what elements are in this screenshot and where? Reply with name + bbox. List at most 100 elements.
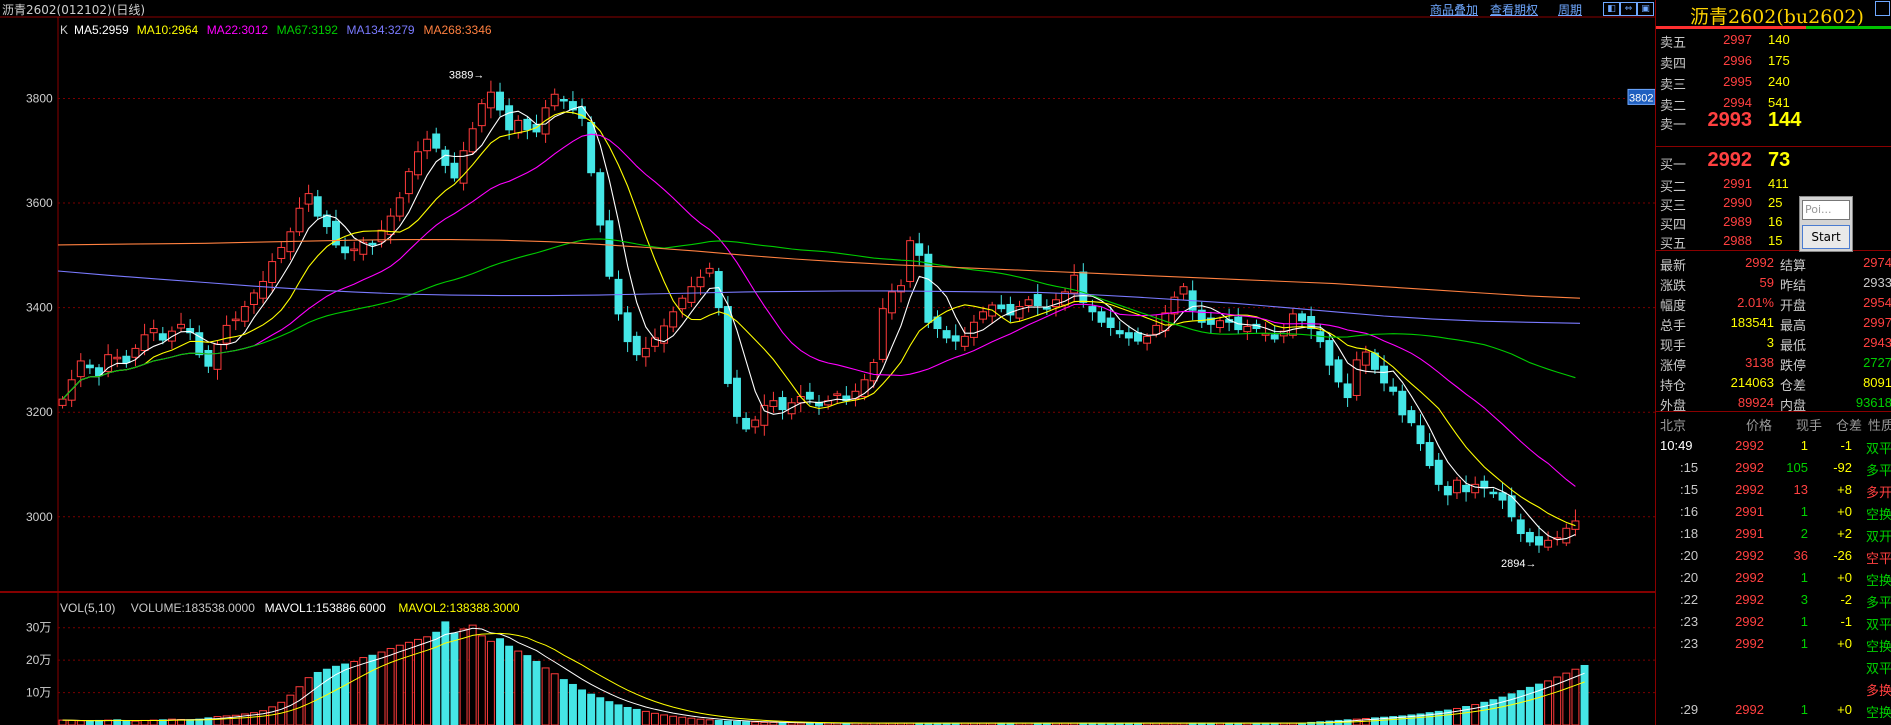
ask-qty: 541 [1768, 95, 1790, 110]
ask-row-1: 卖一 2993 144 [1656, 109, 1891, 132]
ask-price: 2993 [1707, 109, 1753, 131]
split-icon[interactable]: ⇔ [1620, 2, 1637, 16]
restore-icon[interactable]: ◧ [1603, 2, 1620, 16]
kline-chart[interactable]: 3800 3600 3400 3200 3000 K MA5:2959 MA10:2964 MA… [0, 0, 1655, 725]
stat-value: 2997 [1863, 315, 1891, 330]
tick-diff: +0 [1837, 570, 1852, 585]
volume-bar [705, 719, 714, 725]
k-label: K [60, 23, 68, 37]
candle-body [1407, 410, 1416, 424]
vol-label: VOL(5,10) [60, 601, 115, 615]
candle-body [213, 343, 222, 370]
candle-body [104, 354, 113, 372]
tick-time: :23 [1680, 636, 1699, 651]
tick-qty: 1 [1800, 636, 1808, 651]
commodity-overlay-link[interactable]: 商品叠加 [1430, 1, 1478, 18]
point-input[interactable]: Poi... [1802, 200, 1850, 220]
tick-price: 2991 [1735, 504, 1764, 519]
candle-body [951, 335, 960, 342]
volume-bar [322, 668, 331, 725]
bid-qty: 25 [1768, 195, 1783, 210]
stat-label: 涨跌 [1660, 278, 1687, 293]
candle-body [550, 93, 559, 107]
candle-body [860, 379, 869, 398]
volume-bar [341, 663, 350, 725]
volume-bar [578, 689, 587, 725]
candle-body [887, 291, 896, 314]
stat-value: 8091 [1863, 375, 1891, 390]
tick-row: :18 2991 2 +2 双开 [1656, 524, 1891, 544]
volume-bar [122, 720, 131, 725]
stat-row: 涨停 3138 跌停 2727 [1656, 353, 1891, 373]
view-options-link[interactable]: 查看期权 [1490, 1, 1538, 18]
tick-row: :15 2992 13 +8 多开 [1656, 480, 1891, 500]
ask-label: 卖三 [1660, 77, 1687, 92]
tick-qty: 1 [1800, 570, 1808, 585]
tick-nature: 双平 [1866, 441, 1891, 456]
tick-price: 2992 [1735, 570, 1764, 585]
candle-body [58, 398, 67, 406]
stat-value: 2992 [1745, 255, 1774, 270]
volume-bar [650, 712, 659, 725]
volume-bar [67, 719, 76, 725]
period-link[interactable]: 周期 [1558, 1, 1582, 18]
tick-time: :15 [1680, 460, 1699, 475]
volume-bar [441, 621, 450, 725]
candle-body [1380, 365, 1389, 384]
quote-header: 沥青2602(bu2602) [1656, 0, 1891, 28]
bid-price: 2989 [1723, 214, 1752, 229]
candle-body [614, 278, 623, 315]
candle-body [869, 362, 878, 382]
candle-body [769, 400, 778, 407]
ask-qty: 140 [1768, 32, 1790, 47]
volume-bar [404, 641, 413, 725]
stat-value: 3 [1766, 335, 1774, 350]
stat-value: 2.01% [1737, 295, 1774, 310]
candle-body [259, 280, 268, 299]
candle-body [514, 119, 523, 134]
tick-nature: 多开 [1866, 485, 1891, 500]
volume-bar [541, 667, 550, 725]
tick-nature: 多换 [1866, 683, 1891, 698]
candle-body [1325, 340, 1334, 366]
candle-body [1270, 334, 1279, 340]
tick-row: :20 2992 36 -26 空平 [1656, 546, 1891, 566]
tick-row: :15 2992 105 -92 多平 [1656, 458, 1891, 478]
volume-bar [660, 714, 669, 725]
ticks-divider [1656, 411, 1891, 412]
candle-body [1134, 332, 1142, 342]
volume-bar [213, 716, 222, 725]
candle-body [1088, 306, 1097, 313]
volume-bar [623, 706, 632, 725]
floating-popup: Poi... Start [1799, 196, 1853, 252]
vol-tick-label: 10万 [26, 686, 51, 700]
start-button[interactable]: Start [1802, 225, 1850, 249]
window-title: 沥青2602(012102)(日线) [2, 3, 146, 17]
volume-bar [368, 654, 377, 725]
candle-body [204, 349, 213, 367]
tick-nature: 空换 [1866, 639, 1891, 654]
volume-bar [477, 635, 486, 725]
ma-legend-item: MA268:3346 [424, 23, 492, 37]
candle-body [222, 324, 231, 344]
panel-toggle-icon[interactable] [1875, 1, 1890, 16]
candle-body [505, 105, 514, 131]
candle-body [131, 347, 140, 358]
tick-qty: 36 [1793, 548, 1808, 563]
candle-body [496, 91, 504, 111]
stat-value: 214063 [1730, 375, 1774, 390]
ma-line-ma67 [62, 238, 1576, 400]
volume-bar [568, 683, 577, 725]
volume-bar [496, 638, 504, 725]
volume-bar [295, 686, 304, 725]
candle-body [1079, 271, 1088, 303]
maximize-icon[interactable]: ▣ [1637, 2, 1654, 16]
volume-bar [523, 655, 532, 725]
candle-body [942, 330, 951, 339]
volume-bar [486, 640, 495, 725]
candle-body [596, 172, 605, 226]
candle-body [1179, 286, 1188, 295]
bid-row-5: 买五 2988 15 [1656, 231, 1891, 251]
volume-bar [696, 718, 705, 725]
stat-row: 持仓 214063 仓差 8091 [1656, 373, 1891, 393]
